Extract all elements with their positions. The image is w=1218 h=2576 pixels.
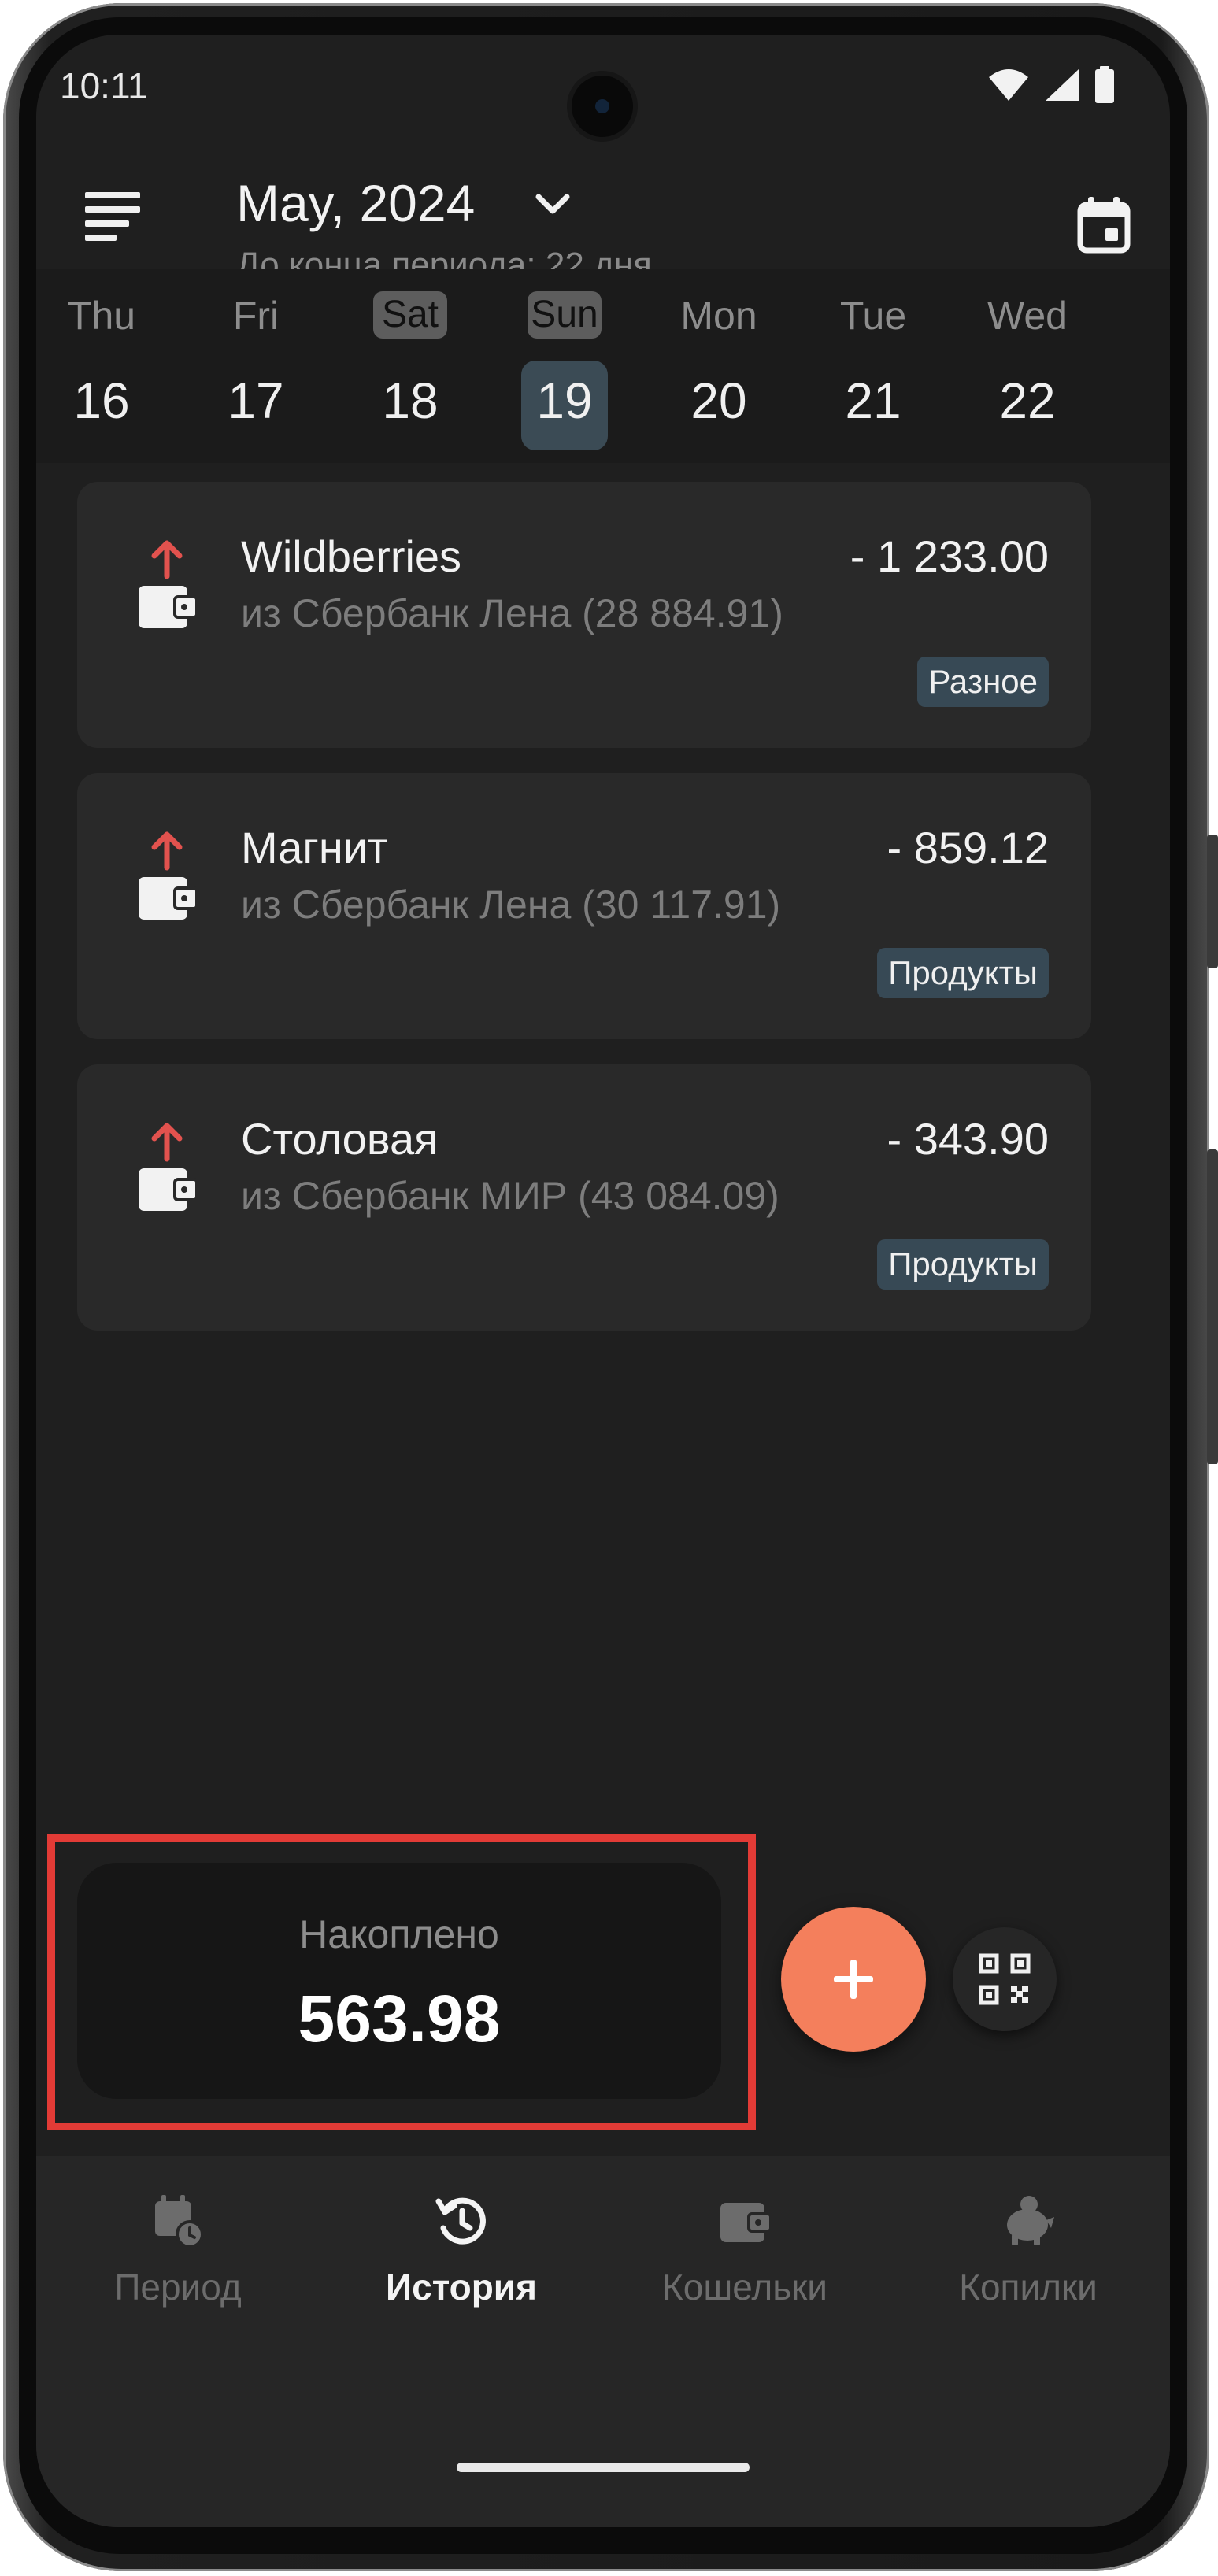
day-wed[interactable]: Wed 22 — [976, 269, 1079, 463]
calendar-clock-icon — [155, 2195, 204, 2248]
day-name: Tue — [839, 294, 907, 338]
day-tue[interactable]: Tue 21 — [822, 269, 924, 463]
day-number: 19 — [536, 372, 593, 429]
day-number: 18 — [382, 372, 439, 429]
expense-wallet-icon — [139, 831, 198, 920]
transaction-amount: - 859.12 — [887, 823, 1050, 872]
day-number: 22 — [999, 372, 1056, 429]
transaction-card[interactable]: Столовая - 343.90 из Сбербанк МИР (43 08… — [77, 1064, 1091, 1331]
side-button — [1207, 1149, 1218, 1464]
calendar-icon[interactable] — [1077, 197, 1131, 254]
day-sat[interactable]: Sat 18 — [359, 269, 461, 463]
transaction-account: из Сбербанк Лена (30 117.91) — [241, 883, 781, 927]
day-name: Fri — [232, 294, 280, 338]
volume-button — [1207, 835, 1218, 968]
home-indicator[interactable] — [457, 2463, 750, 2472]
day-number: 16 — [73, 372, 130, 429]
chevron-down-icon[interactable] — [529, 181, 576, 228]
day-sun-selected[interactable]: Sun 19 — [513, 269, 616, 463]
transaction-amount: - 1 233.00 — [850, 531, 1049, 581]
phone-frame: 10:11 May, 2024 До конца периода: 22 дня… — [0, 0, 1218, 2576]
category-tag: Разное — [917, 657, 1049, 707]
wallet-icon — [720, 2203, 772, 2242]
transaction-name: Магнит — [241, 823, 388, 872]
transaction-amount: - 343.90 — [887, 1114, 1050, 1164]
day-fri[interactable]: Fri 17 — [205, 269, 307, 463]
app-screen: 10:11 May, 2024 До конца периода: 22 дня… — [36, 35, 1170, 2527]
day-name: Wed — [987, 294, 1068, 338]
nav-period[interactable]: Период — [36, 2193, 320, 2308]
add-transaction-button[interactable] — [781, 1907, 926, 2052]
wifi-icon — [989, 69, 1028, 101]
savings-card[interactable]: Накоплено 563.98 — [77, 1863, 721, 2099]
nav-label: Период — [114, 2267, 242, 2308]
day-number: 20 — [690, 372, 747, 429]
day-mon[interactable]: Mon 20 — [668, 269, 770, 463]
nav-label: Кошельки — [662, 2267, 827, 2308]
qr-code-icon — [979, 1953, 1031, 2005]
nav-piggy-banks[interactable]: Копилки — [887, 2193, 1170, 2308]
nav-wallets[interactable]: Кошельки — [603, 2193, 887, 2308]
nav-history[interactable]: История — [320, 2193, 603, 2308]
day-number: 17 — [228, 372, 284, 429]
status-icons — [987, 66, 1115, 104]
transaction-card[interactable]: Магнит - 859.12 из Сбербанк Лена (30 117… — [77, 773, 1091, 1039]
day-name: Thu — [67, 294, 136, 338]
transaction-name: Столовая — [241, 1114, 439, 1164]
cellular-signal-icon — [1046, 69, 1079, 101]
front-camera — [572, 76, 633, 137]
category-tag: Продукты — [877, 1239, 1049, 1290]
category-tag: Продукты — [877, 948, 1049, 998]
history-icon — [435, 2197, 486, 2245]
piggy-bank-icon — [1007, 2196, 1054, 2245]
status-time: 10:11 — [60, 65, 148, 106]
transaction-account: из Сбербанк Лена (28 884.91) — [241, 591, 783, 635]
day-name: Mon — [680, 294, 757, 338]
period-title[interactable]: May, 2024 — [236, 173, 475, 233]
week-strip: Thu 16 Fri 17 Sat 18 Sun 19 Mon 20 Tue 2… — [36, 269, 1170, 463]
savings-label: Накоплено — [299, 1912, 499, 1956]
transaction-account: из Сбербанк МИР (43 084.09) — [241, 1174, 779, 1218]
expense-wallet-icon — [139, 1123, 198, 1211]
nav-label: История — [386, 2267, 537, 2308]
transaction-name: Wildberries — [241, 531, 462, 581]
day-number: 21 — [845, 372, 901, 429]
day-thu[interactable]: Thu 16 — [50, 269, 153, 463]
day-name-weekend-badge: Sun — [528, 291, 602, 339]
menu-icon[interactable] — [85, 192, 140, 241]
day-name-weekend-badge: Sat — [373, 291, 447, 339]
expense-wallet-icon — [139, 540, 198, 628]
nav-label: Копилки — [959, 2267, 1098, 2308]
battery-icon — [1095, 66, 1114, 103]
savings-value: 563.98 — [298, 1982, 501, 2056]
qr-scan-button[interactable] — [953, 1927, 1057, 2031]
transaction-card[interactable]: Wildberries - 1 233.00 из Сбербанк Лена … — [77, 482, 1091, 748]
